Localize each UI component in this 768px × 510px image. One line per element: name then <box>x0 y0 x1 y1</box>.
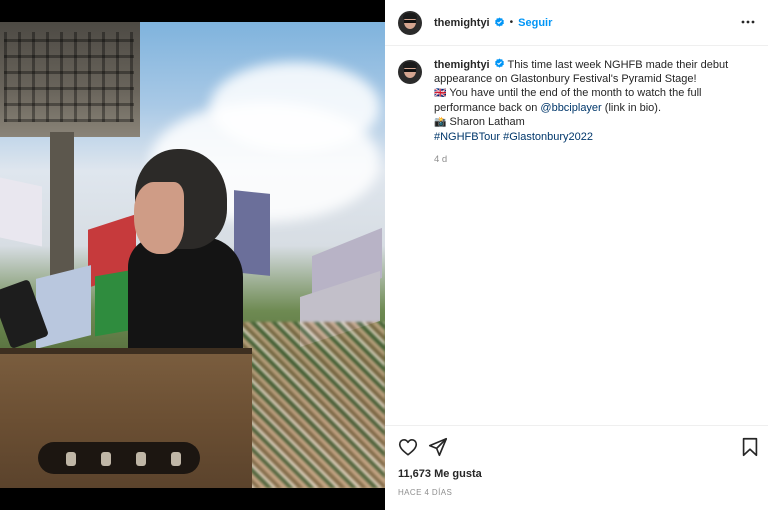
more-options-icon[interactable] <box>740 14 756 30</box>
hashtag-link[interactable]: #Glastonbury2022 <box>503 131 593 143</box>
separator-dot: • <box>509 17 514 28</box>
amplifier-knob <box>66 452 76 466</box>
post-header: themightyi • Seguir <box>385 0 768 46</box>
uk-flag-emoji: 🇬🇧 <box>434 88 447 99</box>
caption-username-link[interactable]: themightyi <box>434 59 490 71</box>
heart-icon[interactable] <box>397 436 419 458</box>
likes-count[interactable]: 11,673 Me gusta <box>398 468 482 480</box>
amplifier-knob <box>101 452 111 466</box>
cloud <box>210 62 380 152</box>
verified-badge-icon <box>494 58 504 68</box>
bookmark-icon[interactable] <box>739 436 761 458</box>
follow-button[interactable]: Seguir <box>518 17 552 29</box>
amplifier-knob <box>136 452 146 466</box>
caption-age[interactable]: 4 d <box>434 153 754 167</box>
share-icon[interactable] <box>427 436 449 458</box>
amplifier-knob <box>171 452 181 466</box>
mention-link[interactable]: @bbciplayer <box>540 102 601 114</box>
stage-tower <box>0 22 140 137</box>
caption-avatar[interactable] <box>398 60 422 84</box>
camera-emoji: 📸 <box>434 117 447 128</box>
hashtag-link[interactable]: #NGHFBTour <box>434 131 500 143</box>
caption-line-2-end: (link in bio). <box>604 102 662 114</box>
avatar[interactable] <box>398 10 422 35</box>
photo-credit: Sharon Latham <box>449 116 525 128</box>
post-modal: themightyi • Seguir themightyi This time… <box>0 0 768 510</box>
posted-time: HACE 4 DÍAS <box>398 488 453 497</box>
flag <box>0 177 42 247</box>
post-caption: themightyi This time last week NGHFB mad… <box>398 58 758 167</box>
username-link[interactable]: themightyi <box>434 17 490 29</box>
post-details-panel: themightyi • Seguir themightyi This time… <box>385 0 768 510</box>
caption-text: themightyi This time last week NGHFB mad… <box>434 58 754 167</box>
crowd <box>240 322 385 488</box>
post-photo[interactable] <box>0 22 385 488</box>
stage-pylon <box>50 132 74 292</box>
verified-badge-icon <box>494 17 504 27</box>
actions-bar: 11,673 Me gusta HACE 4 DÍAS <box>385 425 768 510</box>
performer-face <box>134 182 184 254</box>
